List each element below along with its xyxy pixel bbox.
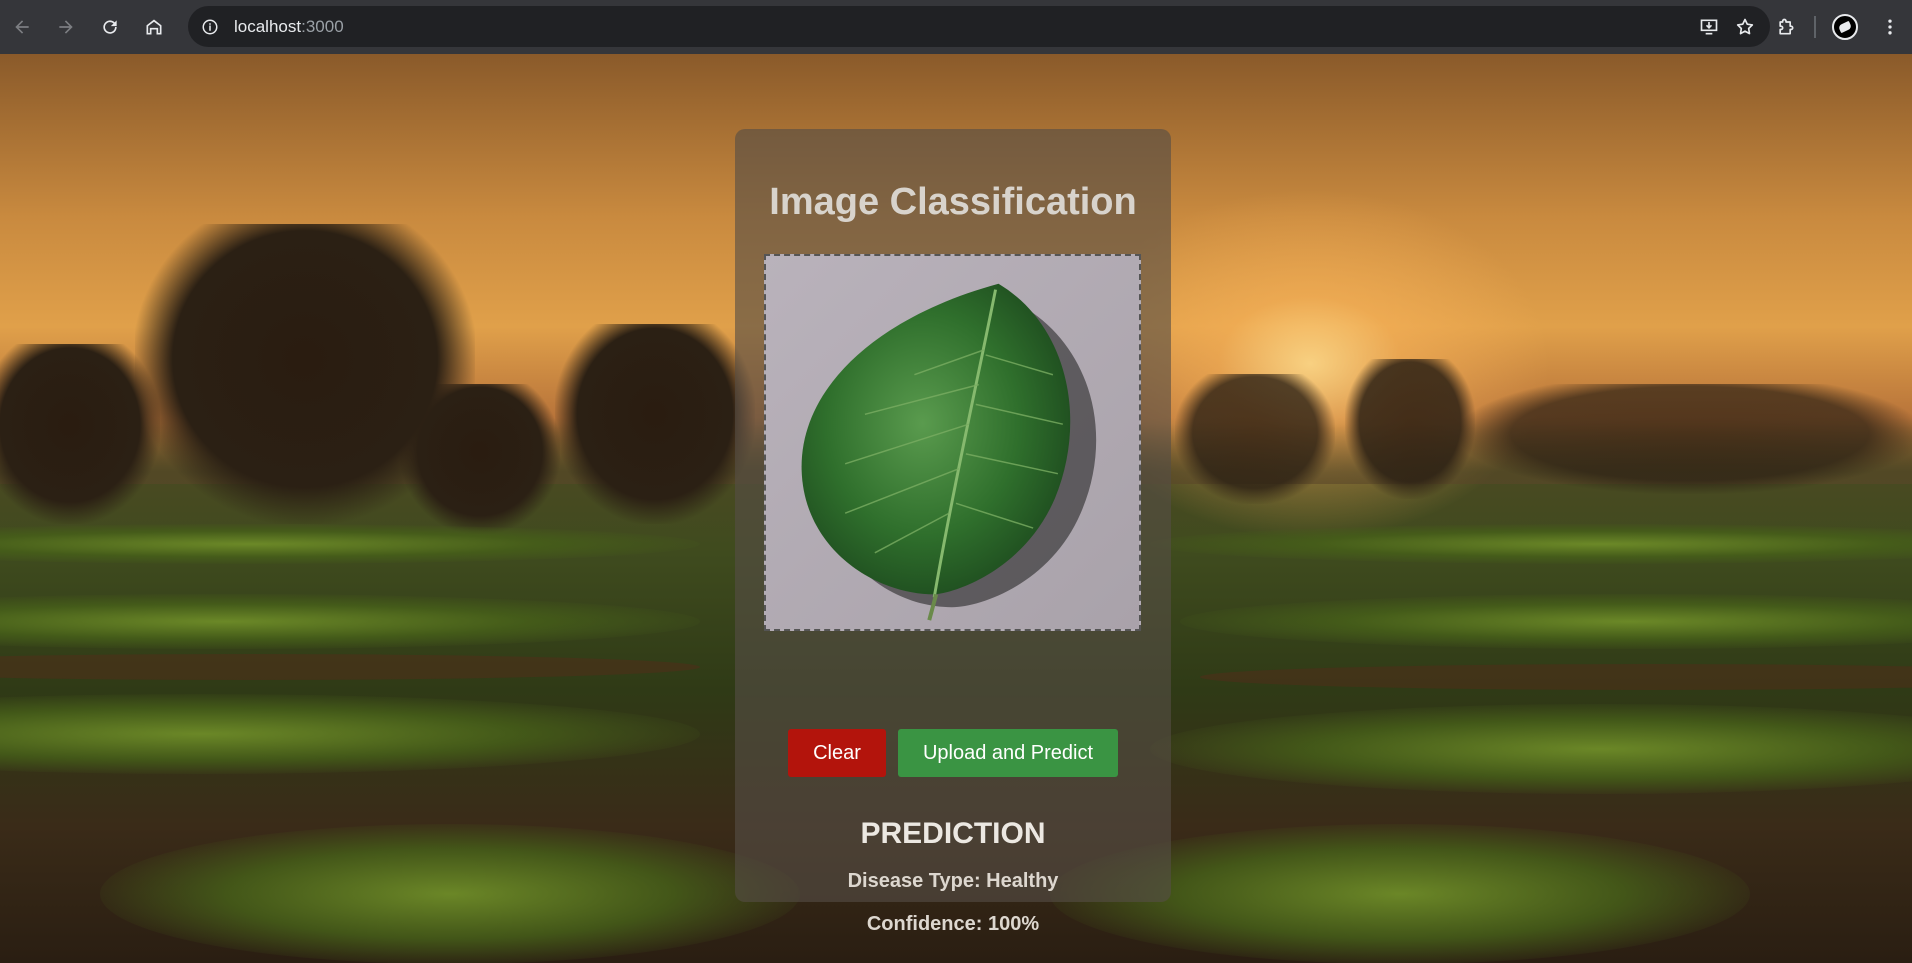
background-soil <box>1200 664 1912 690</box>
background-crop-row <box>0 594 700 649</box>
page-title: Image Classification <box>769 181 1137 223</box>
background-tree <box>1460 384 1912 494</box>
url-port: :3000 <box>301 16 344 36</box>
info-icon[interactable] <box>200 17 220 37</box>
home-icon <box>146 19 162 35</box>
home-button[interactable] <box>132 5 176 49</box>
url-text: localhost:3000 <box>234 17 344 37</box>
install-app-icon[interactable] <box>1698 16 1720 38</box>
reload-icon <box>103 20 117 34</box>
leaf-image <box>766 256 1139 629</box>
toolbar-divider <box>1814 16 1816 38</box>
image-preview[interactable] <box>764 254 1141 631</box>
arrow-left-icon <box>15 20 29 34</box>
background-tree <box>1175 374 1335 504</box>
background-tree <box>1345 359 1475 499</box>
prediction-heading: PREDICTION <box>860 817 1046 850</box>
star-icon[interactable] <box>1734 16 1756 38</box>
clear-button[interactable]: Clear <box>788 729 886 777</box>
avatar[interactable] <box>1832 14 1858 40</box>
browser-toolbar: localhost:3000 <box>0 0 1912 54</box>
background-soil <box>0 654 700 680</box>
page-viewport: Image Classification Clear Upload and Pr… <box>0 54 1912 963</box>
arrow-right-icon <box>59 20 73 34</box>
classification-card: Image Classification Clear Upload and Pr… <box>735 129 1171 935</box>
toolbar-right <box>1764 0 1912 54</box>
omnibox-actions <box>1698 6 1756 47</box>
confidence-text: Confidence: 100% <box>866 913 1040 935</box>
url-host: localhost <box>234 16 302 36</box>
back-button[interactable] <box>0 5 44 49</box>
background-tree <box>0 344 160 524</box>
background-tree <box>555 324 755 524</box>
puzzle-icon[interactable] <box>1764 5 1808 49</box>
disease-type-text: Disease Type: Healthy <box>847 870 1059 892</box>
reload-button[interactable] <box>88 5 132 49</box>
forward-button[interactable] <box>44 5 88 49</box>
background-crop-row <box>0 694 700 774</box>
background-crop-row <box>1180 594 1912 649</box>
background-crop-row <box>1150 524 1912 564</box>
action-buttons: Clear Upload and Predict <box>735 729 1171 777</box>
background-tree <box>400 384 560 534</box>
background-crop-row <box>100 824 800 963</box>
upload-and-predict-button[interactable]: Upload and Predict <box>898 729 1118 777</box>
background-crop-row <box>1150 704 1912 794</box>
kebab-menu-icon[interactable] <box>1868 5 1912 49</box>
background-crop-row <box>0 524 700 564</box>
address-bar[interactable]: localhost:3000 <box>188 6 1770 47</box>
